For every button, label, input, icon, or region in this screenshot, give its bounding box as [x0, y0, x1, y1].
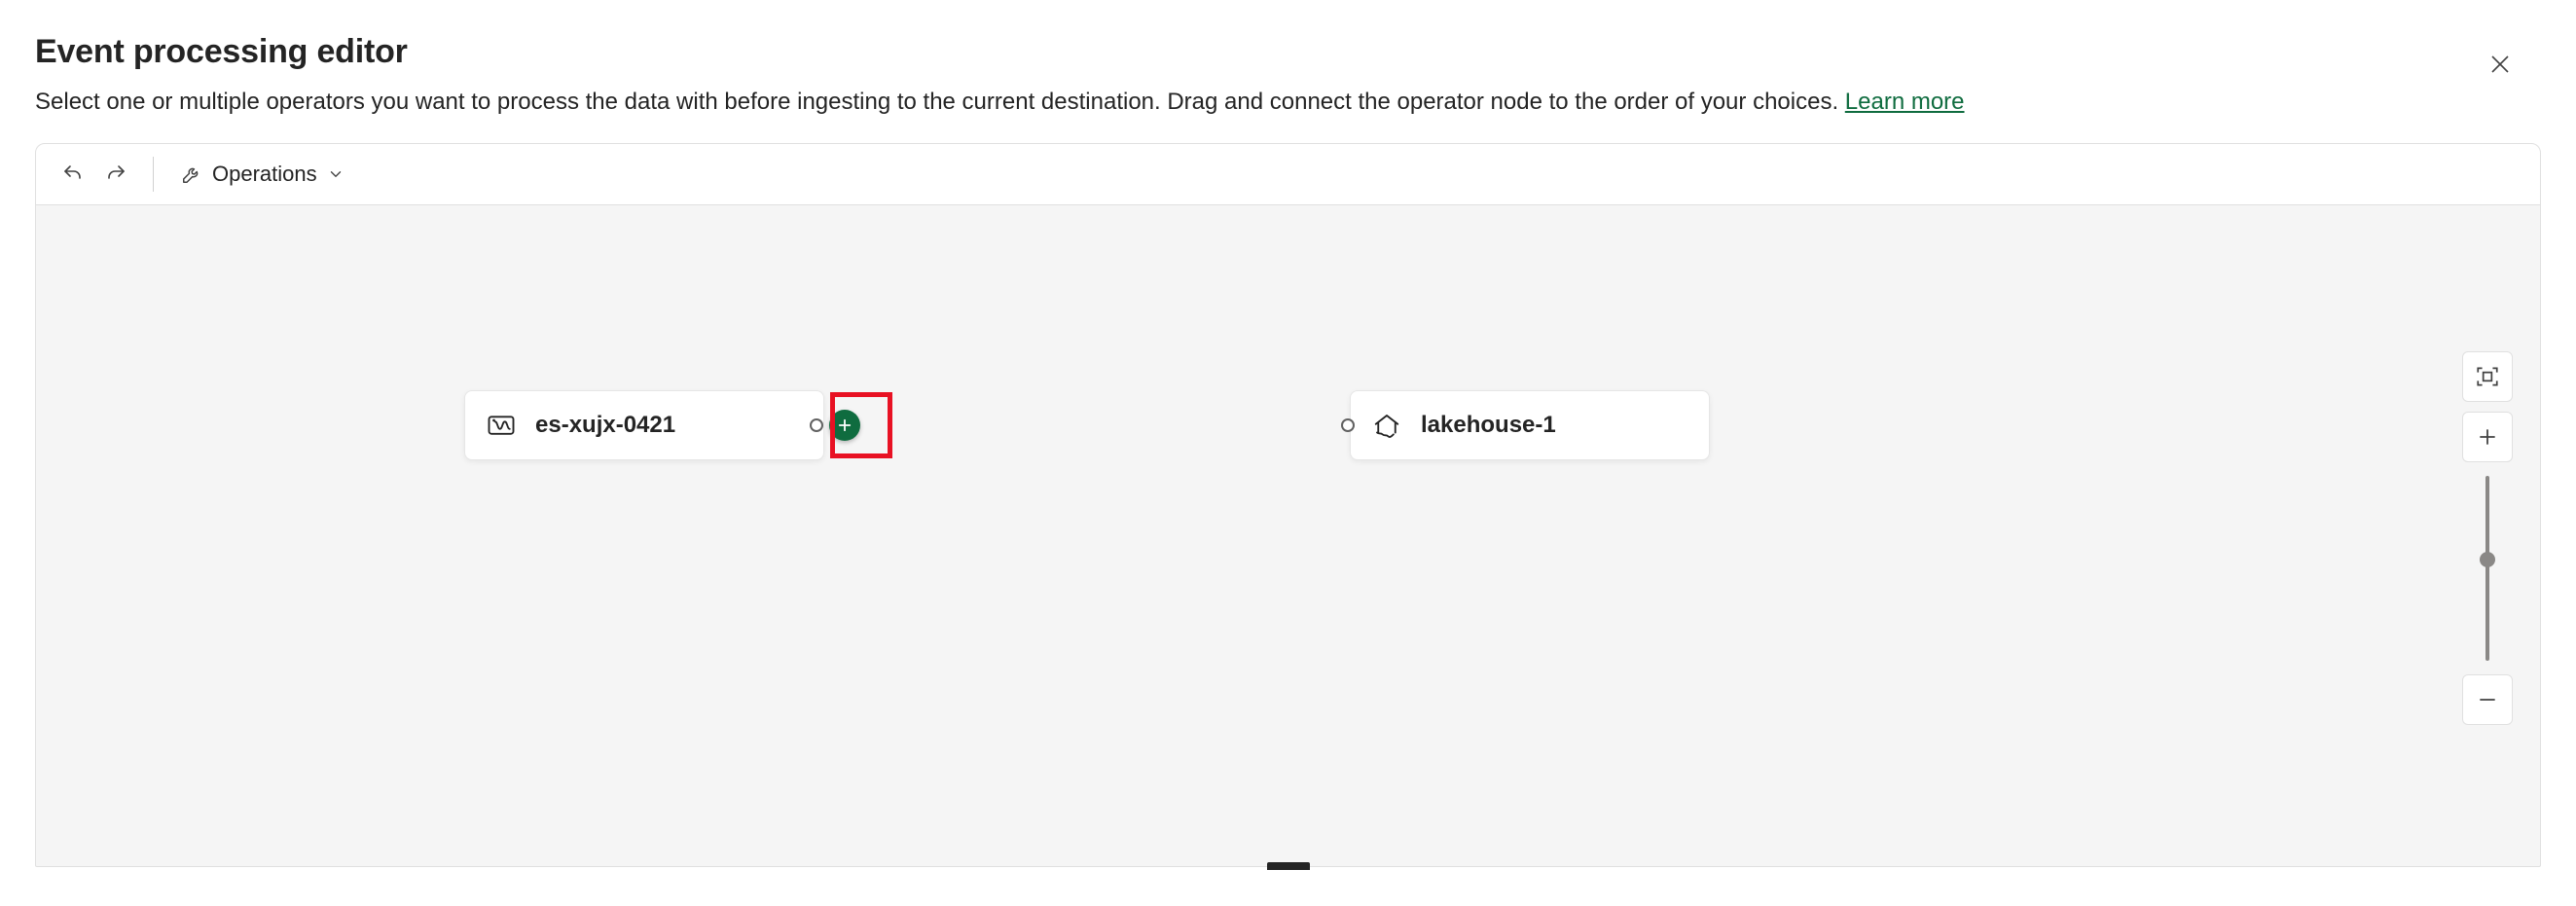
fit-screen-icon — [2475, 364, 2500, 389]
redo-button[interactable] — [96, 155, 135, 194]
toolbar-container: Operations es-xujx-0421 — [0, 143, 2576, 867]
redo-icon — [104, 163, 127, 186]
flow-canvas[interactable]: es-xujx-0421 lakehouse-1 — [35, 205, 2541, 867]
close-icon — [2488, 53, 2512, 76]
input-port-handle[interactable] — [1341, 418, 1355, 432]
lakehouse-icon — [1372, 411, 1401, 440]
zoom-in-button[interactable] — [2462, 412, 2513, 462]
wrench-icon — [181, 163, 202, 185]
undo-icon — [61, 163, 85, 186]
add-operator-button[interactable] — [829, 410, 860, 441]
operations-dropdown[interactable]: Operations — [171, 155, 354, 194]
subtitle-text: Select one or multiple operators you wan… — [35, 89, 1845, 115]
page-subtitle: Select one or multiple operators you wan… — [35, 89, 1965, 116]
fit-to-screen-button[interactable] — [2462, 351, 2513, 402]
zoom-panel — [2462, 351, 2513, 725]
close-button[interactable] — [2479, 43, 2522, 86]
learn-more-link[interactable]: Learn more — [1845, 89, 1965, 115]
node-destination-label: lakehouse-1 — [1421, 412, 1556, 439]
canvas-resize-handle[interactable] — [1267, 862, 1310, 870]
node-source-label: es-xujx-0421 — [535, 412, 675, 439]
minus-icon — [2476, 688, 2499, 711]
node-source[interactable]: es-xujx-0421 — [464, 390, 824, 460]
undo-button[interactable] — [54, 155, 92, 194]
operations-label: Operations — [212, 162, 317, 187]
plus-icon — [836, 417, 853, 434]
chevron-down-icon — [327, 165, 345, 183]
output-port-handle[interactable] — [810, 418, 823, 432]
eventstream-icon — [487, 411, 516, 440]
zoom-out-button[interactable] — [2462, 674, 2513, 725]
node-source-output-port — [810, 410, 860, 441]
plus-icon — [2476, 425, 2499, 449]
dialog-header-text: Event processing editor Select one or mu… — [35, 33, 1965, 116]
toolbar: Operations — [35, 143, 2541, 205]
toolbar-separator — [153, 157, 154, 192]
dialog-header: Event processing editor Select one or mu… — [0, 0, 2576, 116]
page-title: Event processing editor — [35, 33, 1965, 71]
zoom-slider-thumb[interactable] — [2480, 552, 2495, 567]
zoom-slider[interactable] — [2485, 476, 2489, 661]
node-destination[interactable]: lakehouse-1 — [1350, 390, 1710, 460]
